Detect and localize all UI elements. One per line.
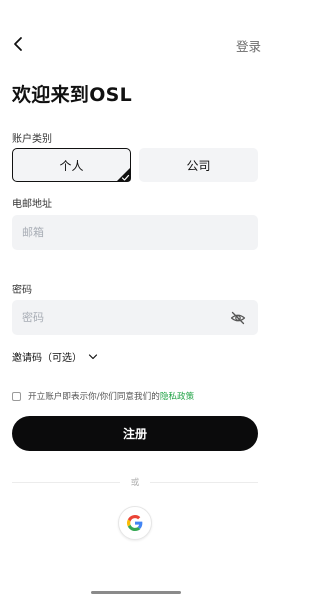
invite-code-label: 邀请码（可选） bbox=[12, 353, 82, 364]
selected-check-icon bbox=[116, 167, 131, 182]
password-field-container bbox=[12, 300, 258, 335]
account-type-personal-option[interactable]: 个人 bbox=[12, 148, 131, 182]
email-label: 电邮地址 bbox=[12, 199, 52, 210]
chevron-down-icon bbox=[88, 353, 98, 359]
agreement-checkbox[interactable] bbox=[12, 391, 21, 401]
login-link[interactable]: 登录 bbox=[236, 36, 261, 55]
signup-button[interactable]: 注册 bbox=[12, 416, 258, 451]
google-signin-button[interactable] bbox=[118, 506, 152, 540]
account-type-company-label: 公司 bbox=[186, 158, 211, 173]
top-bar: 登录 bbox=[0, 30, 270, 58]
chevron-left-icon[interactable] bbox=[10, 33, 28, 55]
account-type-label: 账户类别 bbox=[12, 134, 52, 145]
account-type-personal-label: 个人 bbox=[59, 158, 84, 173]
password-label: 密码 bbox=[12, 285, 32, 296]
account-type-company-option[interactable]: 公司 bbox=[139, 148, 258, 182]
privacy-policy-link[interactable]: 隐私政策 bbox=[160, 390, 194, 402]
or-divider: 或 bbox=[12, 476, 258, 488]
password-field[interactable] bbox=[12, 300, 212, 335]
invite-code-toggle[interactable]: 邀请码（可选） bbox=[12, 349, 98, 364]
agreement-text: 开立账户即表示你/你们同意我们的 bbox=[28, 392, 160, 402]
home-indicator bbox=[91, 591, 181, 594]
page-title: 欢迎来到OSL bbox=[12, 84, 133, 106]
divider-line-right bbox=[150, 482, 258, 483]
email-field-container bbox=[12, 215, 258, 250]
email-field[interactable] bbox=[12, 215, 212, 250]
google-icon bbox=[127, 515, 143, 531]
eye-off-icon[interactable] bbox=[230, 310, 246, 326]
agreement-row: 开立账户即表示你/你们同意我们的 隐私政策 bbox=[12, 390, 194, 402]
